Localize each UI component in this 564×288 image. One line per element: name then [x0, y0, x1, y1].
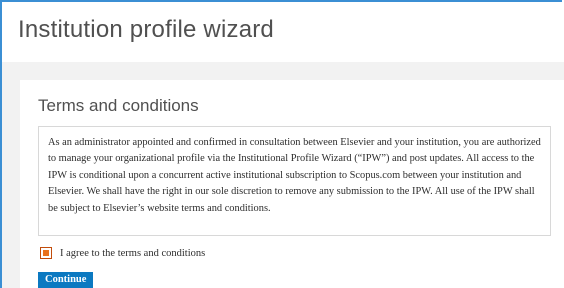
terms-text-box[interactable]: As an administrator appointed and confir…	[38, 126, 551, 236]
app-header: Institution profile wizard	[2, 2, 564, 63]
agree-row[interactable]: I agree to the terms and conditions	[40, 246, 205, 260]
checkbox-checked-mark	[43, 250, 49, 256]
agree-label[interactable]: I agree to the terms and conditions	[60, 248, 205, 259]
page-title: Institution profile wizard	[18, 16, 274, 43]
terms-body-text: As an administrator appointed and confir…	[48, 137, 541, 214]
terms-heading: Terms and conditions	[38, 96, 199, 115]
continue-button[interactable]: Continue	[38, 272, 94, 288]
agree-checkbox[interactable]	[40, 247, 52, 259]
